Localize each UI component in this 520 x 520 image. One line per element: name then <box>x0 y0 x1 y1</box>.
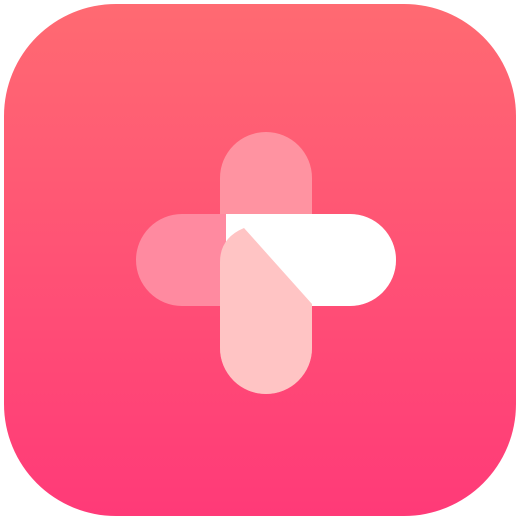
medical-cross-icon <box>4 4 516 516</box>
app-icon[interactable] <box>4 4 516 516</box>
icon-canvas <box>0 0 520 520</box>
